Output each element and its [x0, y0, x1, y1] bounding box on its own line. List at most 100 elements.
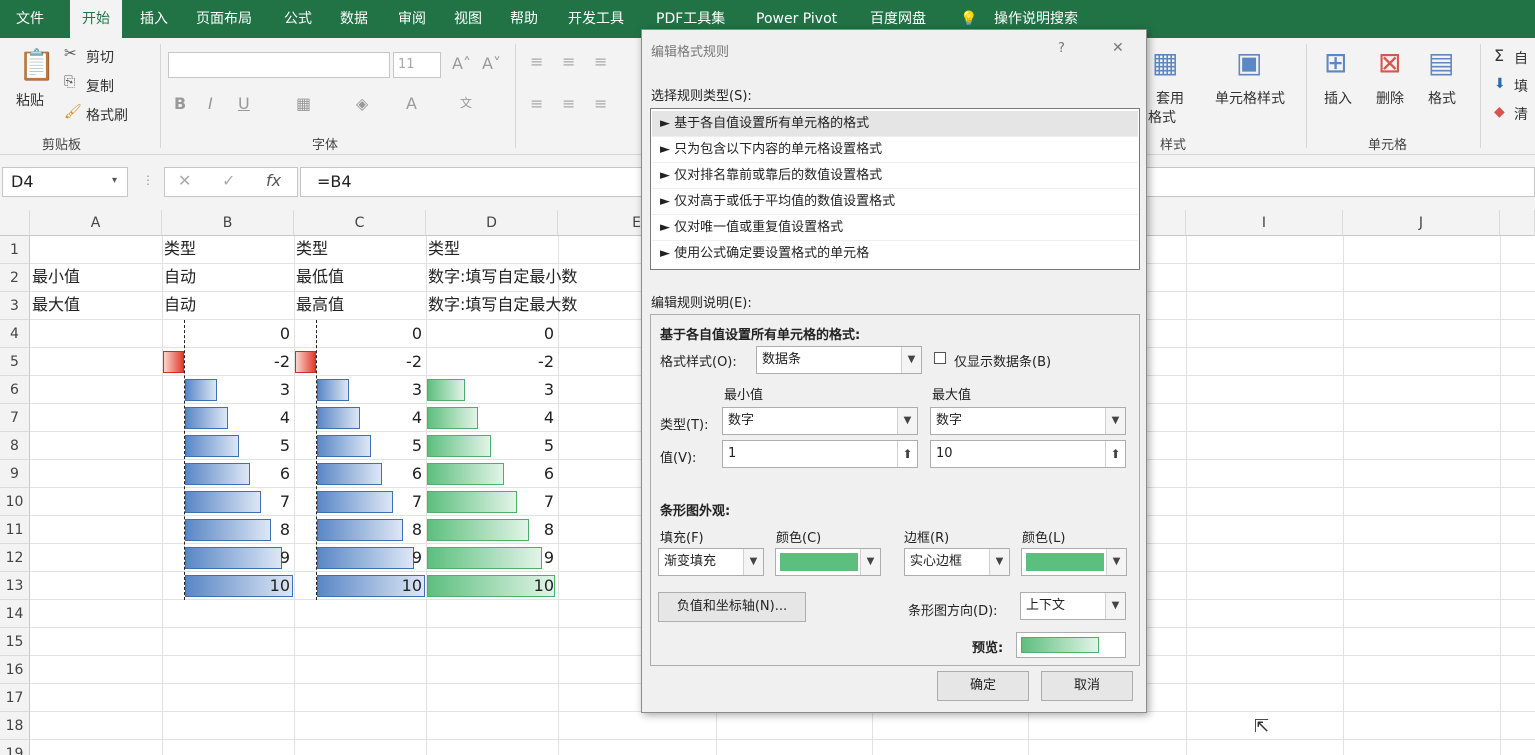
- cell-b10[interactable]: 7: [162, 488, 290, 516]
- min-value-input[interactable]: 1 ⬆: [722, 440, 918, 468]
- format-cells-icon[interactable]: ▤: [1428, 46, 1454, 79]
- grow-font-icon[interactable]: A˄: [452, 54, 471, 73]
- row-header[interactable]: 11: [0, 516, 30, 544]
- tab-view[interactable]: 视图: [454, 0, 482, 38]
- align-center-icon[interactable]: ≡: [562, 94, 575, 113]
- row-header[interactable]: 13: [0, 572, 30, 600]
- row-header[interactable]: 16: [0, 656, 30, 684]
- align-top-icon[interactable]: ≡: [530, 52, 543, 71]
- font-size-combo[interactable]: 11: [393, 52, 441, 78]
- rule-item-formula[interactable]: ► 使用公式确定要设置格式的单元格: [652, 241, 1138, 267]
- format-style-select[interactable]: 数据条 ▼: [756, 346, 922, 374]
- row-header[interactable]: 15: [0, 628, 30, 656]
- cell-styles-button[interactable]: 单元格样式: [1215, 88, 1285, 108]
- autosum-icon[interactable]: Σ: [1494, 46, 1504, 65]
- ok-button[interactable]: 确定: [937, 671, 1029, 701]
- row-header[interactable]: 10: [0, 488, 30, 516]
- column-header-d[interactable]: D: [426, 210, 558, 236]
- clear-icon[interactable]: ◆: [1494, 104, 1505, 120]
- column-header-a[interactable]: A: [30, 210, 162, 236]
- row-header[interactable]: 4: [0, 320, 30, 348]
- format-as-table-label-1[interactable]: 套用: [1156, 88, 1184, 108]
- row-header[interactable]: 7: [0, 404, 30, 432]
- cell-c9[interactable]: 6: [294, 460, 422, 488]
- max-type-select[interactable]: 数字 ▼: [930, 407, 1126, 435]
- cell-d1[interactable]: 类型: [428, 235, 648, 263]
- cell-b3[interactable]: 自动: [164, 291, 292, 319]
- cell-d10[interactable]: 7: [426, 488, 554, 516]
- row-header[interactable]: 3: [0, 292, 30, 320]
- column-header-j[interactable]: J: [1343, 210, 1500, 236]
- cell-c1[interactable]: 类型: [296, 235, 424, 263]
- help-button[interactable]: ?: [1058, 41, 1065, 56]
- cut-button[interactable]: 剪切: [86, 47, 114, 67]
- cell-d11[interactable]: 8: [426, 516, 554, 544]
- function-icon[interactable]: fx: [266, 171, 281, 190]
- format-cells-button[interactable]: 格式: [1428, 88, 1456, 108]
- rule-item-contains[interactable]: ► 只为包含以下内容的单元格设置格式: [652, 137, 1138, 163]
- font-name-combo[interactable]: [168, 52, 390, 78]
- cell-c13[interactable]: 10: [294, 572, 422, 600]
- bold-icon[interactable]: B: [174, 94, 186, 113]
- row-header[interactable]: 8: [0, 432, 30, 460]
- range-picker-icon[interactable]: ⬆: [897, 441, 917, 467]
- show-bar-only-checkbox[interactable]: [934, 352, 946, 364]
- paste-icon[interactable]: 📋: [18, 48, 55, 83]
- column-header-i[interactable]: I: [1186, 210, 1343, 236]
- phonetic-icon[interactable]: 文: [460, 94, 472, 111]
- rule-item-above-below-average[interactable]: ► 仅对高于或低于平均值的数值设置格式: [652, 189, 1138, 215]
- rule-item-each-value[interactable]: ► 基于各自值设置所有单元格的格式: [652, 111, 1138, 137]
- cancel-icon[interactable]: ✕: [178, 171, 191, 190]
- rule-item-unique-duplicate[interactable]: ► 仅对唯一值或重复值设置格式: [652, 215, 1138, 241]
- fill-type-select[interactable]: 渐变填充 ▼: [658, 548, 764, 576]
- row-header[interactable]: 18: [0, 712, 30, 740]
- cell-b2[interactable]: 自动: [164, 263, 292, 291]
- fill-color-icon[interactable]: ◈: [356, 94, 368, 113]
- cell-a2[interactable]: 最小值: [32, 263, 160, 291]
- row-header[interactable]: 2: [0, 264, 30, 292]
- format-as-table-label-2[interactable]: 格式: [1148, 107, 1176, 127]
- cell-b1[interactable]: 类型: [164, 235, 292, 263]
- select-all-corner[interactable]: [0, 210, 30, 236]
- row-header[interactable]: 6: [0, 376, 30, 404]
- fill-color-picker[interactable]: ▼: [775, 548, 881, 576]
- cell-b9[interactable]: 6: [162, 460, 290, 488]
- copy-button[interactable]: 复制: [86, 76, 114, 96]
- row-header[interactable]: 5: [0, 348, 30, 376]
- range-picker-icon[interactable]: ⬆: [1105, 441, 1125, 467]
- align-left-icon[interactable]: ≡: [530, 94, 543, 113]
- paste-button[interactable]: 粘贴: [16, 90, 44, 110]
- fill-button[interactable]: 填: [1514, 76, 1528, 96]
- enter-icon[interactable]: ✓: [222, 171, 235, 190]
- cell-d4[interactable]: 0: [426, 320, 554, 348]
- border-icon[interactable]: ▦: [296, 94, 311, 113]
- cell-styles-icon[interactable]: ▣: [1236, 46, 1262, 79]
- cell-d9[interactable]: 6: [426, 460, 554, 488]
- tab-formulas[interactable]: 公式: [284, 0, 312, 38]
- column-header-b[interactable]: B: [162, 210, 294, 236]
- insert-cells-icon[interactable]: ⊞: [1324, 46, 1347, 79]
- tab-data[interactable]: 数据: [340, 0, 368, 38]
- cell-d8[interactable]: 5: [426, 432, 554, 460]
- cell-b11[interactable]: 8: [162, 516, 290, 544]
- tab-page-layout[interactable]: 页面布局: [196, 0, 252, 38]
- align-bottom-icon[interactable]: ≡: [594, 52, 607, 71]
- tab-help[interactable]: 帮助: [510, 0, 538, 38]
- insert-cells-button[interactable]: 插入: [1324, 88, 1352, 108]
- fill-icon[interactable]: ⬇: [1494, 76, 1506, 92]
- align-middle-icon[interactable]: ≡: [562, 52, 575, 71]
- chevron-down-icon[interactable]: ▾: [112, 175, 117, 186]
- cell-c10[interactable]: 7: [294, 488, 422, 516]
- tab-file[interactable]: 文件: [16, 0, 44, 38]
- cell-c6[interactable]: 3: [294, 376, 422, 404]
- max-value-input[interactable]: 10 ⬆: [930, 440, 1126, 468]
- format-painter-button[interactable]: 格式刷: [86, 105, 128, 125]
- cell-c8[interactable]: 5: [294, 432, 422, 460]
- column-header-c[interactable]: C: [294, 210, 426, 236]
- row-header[interactable]: 14: [0, 600, 30, 628]
- cell-d13[interactable]: 10: [426, 572, 554, 600]
- cell-c2[interactable]: 最低值: [296, 263, 424, 291]
- column-header-k[interactable]: [1500, 210, 1535, 236]
- font-color-icon[interactable]: A: [406, 94, 417, 113]
- cell-d2[interactable]: 数字:填写自定最小数: [428, 263, 641, 291]
